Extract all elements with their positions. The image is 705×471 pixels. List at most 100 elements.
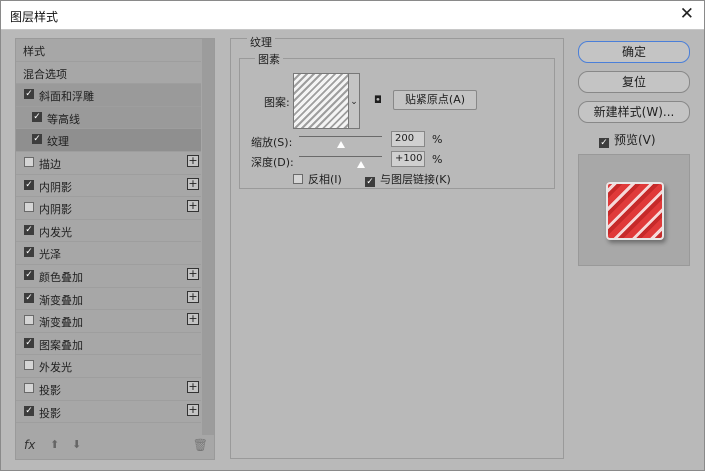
style-list-label: 纹理 [47, 135, 69, 149]
style-checkbox[interactable]: ✓ [24, 224, 34, 235]
styles-list-panel: 样式混合选项 ✓ 斜面和浮雕 ✓ 等高线 ✓ 纹理描边 + ✓ 内阴影 + 内阴影 + ✓ 内发光 ✓ 光泽 ✓ 颜… [15, 38, 215, 460]
new-style-button[interactable]: 新建样式(W)... [578, 101, 690, 123]
layer-style-dialog: 图层样式 ✕ 样式混合选项 ✓ 斜面和浮雕 ✓ 等高线 ✓ 纹理描边 + ✓ 内阴影 + 内阴影 + ✓ 内… [0, 0, 705, 471]
group-title-elements: 图素 [255, 51, 283, 67]
styles-list-toolbar: fx ⬆ ⬇ 🗑 [16, 435, 214, 459]
style-checkbox[interactable]: ✓ [24, 405, 34, 416]
style-list-label: 内阴影 [39, 180, 72, 194]
add-effect-plus-icon[interactable]: + [187, 290, 199, 303]
style-preview [578, 154, 690, 266]
style-list-item[interactable]: ✓ 投影 + [16, 401, 201, 424]
pattern-dropdown-chevron-down-icon[interactable]: ⌄ [349, 73, 360, 129]
link-with-layer-checkbox[interactable]: ✓ [365, 177, 375, 187]
move-down-icon[interactable]: ⬇ [72, 438, 81, 451]
style-list-label: 投影 [39, 383, 61, 397]
reset-button[interactable]: 复位 [578, 71, 690, 93]
depth-slider-track[interactable] [299, 156, 382, 157]
style-list-item[interactable]: 渐变叠加 + [16, 310, 201, 333]
ok-button[interactable]: 确定 [578, 41, 690, 63]
preview-option[interactable]: ✓ 预览(V) [599, 131, 656, 148]
scale-slider-track[interactable] [299, 136, 382, 137]
style-checkbox[interactable]: ✓ [32, 134, 42, 145]
style-checkbox[interactable] [24, 156, 34, 167]
style-list-item[interactable]: 投影 + [16, 378, 201, 401]
pattern-swatch[interactable] [293, 73, 349, 129]
link-with-layer-option[interactable]: ✓ 与图层链接(K) [365, 171, 451, 187]
preview-thumbnail [606, 182, 664, 240]
style-list-item[interactable]: ✓ 光泽 [16, 242, 201, 265]
style-checkbox[interactable]: ✓ [24, 247, 34, 258]
style-checkbox[interactable]: ✓ [24, 337, 34, 348]
style-list-label: 颜色叠加 [39, 270, 83, 284]
style-list-label: 等高线 [47, 112, 80, 126]
add-effect-plus-icon[interactable]: + [187, 200, 199, 213]
style-list-label: 渐变叠加 [39, 316, 83, 330]
style-list-item[interactable]: 描边 + [16, 152, 201, 175]
style-checkbox[interactable] [24, 202, 34, 213]
move-up-icon[interactable]: ⬆ [50, 438, 59, 451]
style-checkbox[interactable]: ✓ [24, 179, 34, 190]
style-list-label: 光泽 [39, 248, 61, 262]
add-effect-plus-icon[interactable]: + [187, 380, 199, 393]
dialog-title: 图层样式 [10, 10, 59, 24]
pattern-label: 图案: [264, 96, 290, 109]
style-list-item[interactable]: 外发光 [16, 355, 201, 378]
fx-icon[interactable]: fx [24, 438, 35, 452]
depth-label: 深度(D): [251, 156, 294, 169]
preview-label: 预览(V) [614, 133, 656, 147]
style-list-label: 内阴影 [39, 203, 72, 217]
trash-icon[interactable]: 🗑 [193, 438, 208, 452]
depth-percent: % [432, 153, 443, 166]
link-with-layer-label: 与图层链接(K) [380, 173, 451, 186]
style-list-item[interactable]: 混合选项 [16, 62, 201, 85]
style-list-item[interactable]: 样式 [16, 39, 201, 62]
style-list-item[interactable]: ✓ 斜面和浮雕 [16, 84, 201, 107]
invert-option[interactable]: 反相(I) [293, 171, 342, 187]
add-effect-plus-icon[interactable]: + [187, 267, 199, 280]
style-list-item[interactable]: 内阴影 + [16, 197, 201, 220]
depth-input[interactable]: +100 [391, 151, 425, 167]
style-list-label: 渐变叠加 [39, 293, 83, 307]
scale-label: 缩放(S): [251, 136, 293, 149]
invert-label: 反相(I) [308, 173, 342, 186]
style-list-label: 样式 [23, 45, 45, 58]
style-list-label: 投影 [39, 406, 61, 420]
style-checkbox[interactable]: ✓ [24, 292, 34, 303]
scale-input[interactable]: 200 [391, 131, 425, 147]
style-list-label: 内发光 [39, 225, 72, 239]
close-icon[interactable]: ✕ [680, 4, 694, 24]
styles-list-scrollbar[interactable] [202, 39, 214, 435]
style-checkbox[interactable] [24, 315, 34, 326]
style-list-item[interactable]: ✓ 图案叠加 [16, 333, 201, 356]
style-checkbox[interactable] [24, 382, 34, 393]
style-list-item[interactable]: ✓ 渐变叠加 + [16, 288, 201, 311]
style-checkbox[interactable]: ✓ [32, 111, 42, 122]
scale-percent: % [432, 133, 443, 146]
add-effect-plus-icon[interactable]: + [187, 154, 199, 167]
invert-checkbox[interactable] [293, 174, 303, 184]
styles-list: 样式混合选项 ✓ 斜面和浮雕 ✓ 等高线 ✓ 纹理描边 + ✓ 内阴影 + 内阴影 + ✓ 内发光 ✓ 光泽 ✓ 颜… [16, 39, 201, 424]
snap-to-origin-button[interactable]: 贴紧原点(A) [393, 90, 477, 110]
scale-slider-thumb[interactable] [336, 141, 345, 148]
title-bar: 图层样式 ✕ [1, 1, 704, 30]
new-preset-icon[interactable]: ◘ [374, 95, 382, 106]
style-list-item[interactable]: ✓ 等高线 [16, 106, 201, 130]
style-list-label: 斜面和浮雕 [39, 90, 94, 104]
style-checkbox[interactable]: ✓ [24, 89, 34, 100]
depth-slider-thumb[interactable] [357, 161, 366, 168]
style-list-item[interactable]: ✓ 内发光 [16, 220, 201, 243]
style-checkbox[interactable] [24, 360, 34, 371]
add-effect-plus-icon[interactable]: + [187, 403, 199, 416]
style-list-label: 描边 [39, 157, 61, 171]
style-checkbox[interactable]: ✓ [24, 269, 34, 280]
add-effect-plus-icon[interactable]: + [187, 313, 199, 326]
style-list-item[interactable]: ✓ 颜色叠加 + [16, 265, 201, 288]
style-list-label: 图案叠加 [39, 338, 83, 352]
style-list-label: 混合选项 [23, 67, 67, 81]
preview-checkbox[interactable]: ✓ [599, 138, 609, 148]
style-list-item[interactable]: ✓ 纹理 [16, 129, 201, 152]
add-effect-plus-icon[interactable]: + [187, 177, 199, 190]
section-title-texture: 纹理 [247, 34, 275, 50]
style-list-label: 外发光 [39, 361, 72, 375]
style-list-item[interactable]: ✓ 内阴影 + [16, 175, 201, 198]
